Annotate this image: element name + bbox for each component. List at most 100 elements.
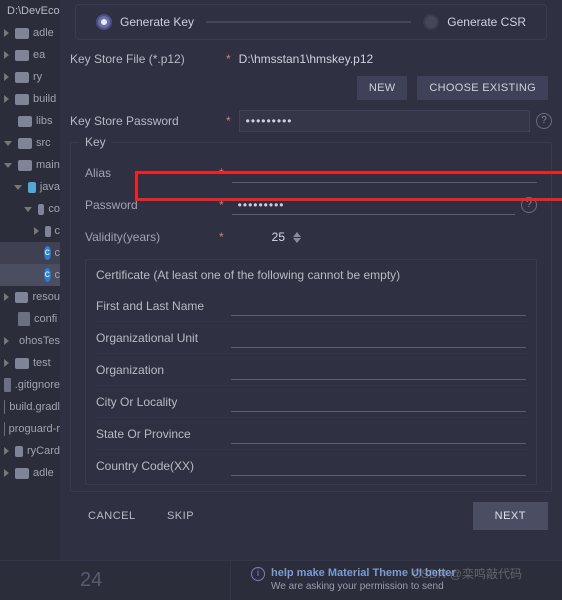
folder-icon: [18, 160, 32, 171]
chevron-up-icon[interactable]: [293, 232, 301, 237]
file-icon: [18, 312, 30, 326]
notice-title: help make Material Theme UI better: [271, 567, 456, 579]
alias-highlight: [135, 171, 562, 201]
keystore-file-row: Key Store File (*.p12) * D:\hmsstan1\hms…: [70, 52, 552, 66]
class-icon: c: [44, 246, 51, 260]
keystore-password-input[interactable]: [239, 110, 530, 132]
wizard-steps: Generate Key Generate CSR: [75, 4, 547, 40]
cert-input[interactable]: [231, 424, 526, 444]
skip-button[interactable]: SKIP: [153, 504, 208, 528]
folder-icon: [15, 94, 29, 105]
cert-first-last-name: First and Last Name: [96, 290, 526, 322]
chevron-down-icon[interactable]: [293, 238, 301, 243]
folder-icon: [15, 292, 28, 303]
keystore-file-label: Key Store File (*.p12): [70, 52, 218, 66]
keystore-file-value: D:\hmsstan1\hmskey.p12: [239, 52, 374, 66]
help-icon[interactable]: ?: [536, 113, 552, 129]
step-generate-key[interactable]: Generate Key: [96, 14, 194, 30]
folder-icon: [38, 204, 44, 215]
tree-item[interactable]: co: [0, 198, 60, 220]
certificate-title: Certificate (At least one of the followi…: [96, 268, 526, 282]
folder-icon: [15, 468, 29, 479]
validity-row: Validity(years) * 25: [85, 223, 537, 251]
cert-input[interactable]: [231, 296, 526, 316]
project-root-label: D:\DevEco: [7, 5, 60, 17]
folder-icon: [15, 28, 29, 39]
cert-state-province: State Or Province: [96, 418, 526, 450]
cert-organization: Organization: [96, 354, 526, 386]
tree-item[interactable]: confi: [0, 308, 60, 330]
project-root[interactable]: D:\DevEco: [0, 0, 60, 22]
tree-item[interactable]: ea: [0, 44, 60, 66]
class-icon: c: [44, 268, 51, 282]
step-active-icon: [96, 14, 112, 30]
folder-icon: [15, 446, 23, 457]
key-legend: Key: [79, 135, 112, 149]
tree-item[interactable]: ryCard: [0, 440, 60, 462]
tree-item[interactable]: c: [0, 220, 60, 242]
step-divider: [206, 21, 411, 23]
keystore-password-row: Key Store Password * ?: [70, 110, 552, 132]
next-button[interactable]: NEXT: [473, 502, 548, 530]
cert-input[interactable]: [231, 392, 526, 412]
tree-item[interactable]: test: [0, 352, 60, 374]
tree-item[interactable]: build: [0, 88, 60, 110]
validity-spinner[interactable]: 25: [272, 230, 301, 244]
step-label: Generate Key: [120, 15, 194, 29]
choose-existing-button[interactable]: CHOOSE EXISTING: [417, 76, 548, 100]
generate-key-dialog: Generate Key Generate CSR Key Store File…: [60, 0, 562, 560]
keystore-password-label: Key Store Password: [70, 114, 218, 128]
validity-value: 25: [272, 230, 285, 244]
tree-item[interactable]: adle: [0, 22, 60, 44]
cert-organizational-unit: Organizational Unit: [96, 322, 526, 354]
folder-icon: [18, 116, 32, 127]
cert-city-locality: City Or Locality: [96, 386, 526, 418]
dialog-buttons: CANCEL SKIP NEXT: [70, 492, 552, 540]
project-tree[interactable]: D:\DevEco adle ea ry build libs src main…: [0, 0, 60, 600]
tree-item[interactable]: resou: [0, 286, 60, 308]
new-keystore-button[interactable]: NEW: [357, 76, 408, 100]
keystore-buttons: NEW CHOOSE EXISTING: [70, 76, 548, 100]
cert-input[interactable]: [231, 328, 526, 348]
tree-item[interactable]: libs: [0, 110, 60, 132]
folder-icon: [18, 138, 32, 149]
tree-item[interactable]: cc: [0, 264, 60, 286]
validity-label: Validity(years): [85, 230, 211, 244]
tree-item[interactable]: proguard-r: [0, 418, 60, 440]
file-icon: [4, 422, 5, 436]
tree-item[interactable]: main: [0, 154, 60, 176]
status-left: 24: [0, 561, 230, 600]
notice-subtitle: We are asking your permission to send: [251, 581, 562, 592]
info-icon: i: [251, 567, 265, 581]
cert-country-code: Country Code(XX): [96, 450, 526, 482]
tree-item[interactable]: cc: [0, 242, 60, 264]
required-marker: *: [226, 52, 231, 66]
tree-item[interactable]: java: [0, 176, 60, 198]
folder-icon: [45, 226, 51, 237]
tree-item[interactable]: ry: [0, 66, 60, 88]
certificate-group: Certificate (At least one of the followi…: [85, 259, 537, 485]
status-notice[interactable]: i help make Material Theme UI better We a…: [230, 561, 562, 600]
file-icon: [4, 400, 5, 414]
file-icon: [4, 378, 11, 392]
cancel-button[interactable]: CANCEL: [74, 504, 150, 528]
required-marker: *: [219, 230, 224, 244]
folder-icon: [28, 182, 36, 193]
step-inactive-icon: [423, 14, 439, 30]
folder-icon: [15, 72, 29, 83]
tree-item[interactable]: build.gradl: [0, 396, 60, 418]
folder-icon: [15, 358, 29, 369]
status-number: 24: [80, 569, 102, 592]
folder-icon: [15, 50, 29, 61]
step-label: Generate CSR: [447, 15, 526, 29]
tree-item[interactable]: .gitignore: [0, 374, 60, 396]
tree-item[interactable]: adle: [0, 462, 60, 484]
status-bar: 24 i help make Material Theme UI better W…: [0, 560, 562, 600]
step-generate-csr[interactable]: Generate CSR: [423, 14, 526, 30]
cert-input[interactable]: [231, 360, 526, 380]
tree-item[interactable]: src: [0, 132, 60, 154]
spinner-arrows[interactable]: [293, 232, 301, 243]
required-marker: *: [226, 114, 231, 128]
cert-input[interactable]: [231, 456, 526, 476]
tree-item[interactable]: ohosTes: [0, 330, 60, 352]
